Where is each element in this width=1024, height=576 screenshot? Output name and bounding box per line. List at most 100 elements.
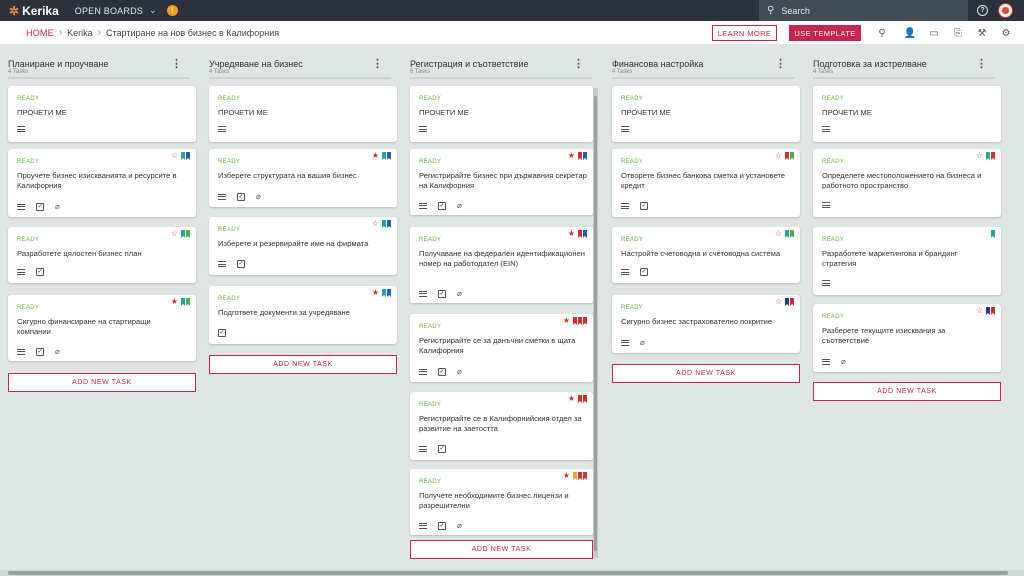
task-title: Настройте счетоводна и счетоводна систем… [621,249,781,258]
task-title: Разработете маркетингова и брандинг стра… [822,249,958,268]
card-flags: ★ [171,298,190,306]
avatar[interactable] [998,3,1013,18]
task-card[interactable]: ★ READY Сигурно финансиране на стартиращ… [8,295,196,361]
column-scrollbar-thumb[interactable] [594,96,597,551]
column-registration: Регистрация и съответствие 6 Tasks ⋮ REA… [402,46,593,566]
star-outline-icon[interactable]: ☆ [171,230,178,238]
chevron-right-icon: › [97,27,102,38]
description-icon [822,358,830,365]
task-card[interactable]: ☆ READY Сигурно бизнес застрахователно п… [612,295,800,353]
flag-icon [785,152,789,160]
checklist-icon: ✓ [36,268,44,276]
task-card[interactable]: ☆ READY Изберете и резервирайте име на ф… [209,217,397,275]
task-title: ПРОЧЕТИ МЕ [621,108,671,117]
card-icons [218,126,237,132]
star-filled-icon[interactable]: ★ [563,472,570,480]
task-card[interactable]: READY ПРОЧЕТИ МЕ [612,86,800,142]
task-card[interactable]: ★ READY Регистрирайте се в Калифорнийски… [410,392,593,460]
star-filled-icon[interactable]: ★ [568,395,575,403]
column-menu-icon[interactable]: ⋮ [372,57,383,70]
star-filled-icon[interactable]: ★ [171,298,178,306]
card-icons [822,280,841,286]
notification-badge[interactable]: ! [166,5,178,16]
star-filled-icon[interactable]: ★ [568,152,575,160]
column-menu-icon[interactable]: ⋮ [976,57,987,70]
star-outline-icon[interactable]: ☆ [775,298,782,306]
task-card[interactable]: READY ПРОЧЕТИ МЕ [813,86,1001,142]
task-card[interactable]: ★ READY Регистрирайте бизнес при държавн… [410,149,593,215]
star-filled-icon[interactable]: ★ [568,230,575,238]
add-person-icon[interactable]: 👤 [904,27,916,39]
global-search[interactable]: ⚲ [759,0,968,21]
task-card[interactable]: ★ READY Регистрирайте се за данъчни смет… [410,314,593,382]
task-card[interactable]: READY Разработете маркетингова и брандин… [813,227,1001,295]
open-boards-menu[interactable]: OPEN BOARDS ⌄ [75,5,157,16]
column-menu-icon[interactable]: ⋮ [775,57,786,70]
flag-icon [387,152,391,160]
task-card[interactable]: ☆ READY Настройте счетоводна и счетоводн… [612,227,800,283]
add-new-task-button[interactable]: ADD NEW TASK [8,373,196,392]
use-template-button[interactable]: USE TEMPLATE [789,25,861,41]
search-input[interactable] [781,5,952,16]
breadcrumb-home[interactable]: HOME [26,28,54,38]
checklist-icon: ✓ [438,445,446,453]
column-task-count: 6 Tasks [410,69,431,75]
task-title: Разберете текущите изисквания за съответ… [822,326,946,345]
breadcrumb-account[interactable]: Kerika [67,28,93,38]
status-label: READY [822,237,845,243]
task-card[interactable]: ☆ READY Проучете бизнес изискванията и р… [8,149,196,217]
task-card[interactable]: ★ READY Подгответе документи за учредява… [209,286,397,344]
flag-icon [382,289,386,297]
flag-icon [382,220,386,228]
add-new-task-button[interactable]: ADD NEW TASK [410,540,593,559]
flag-icon [986,307,990,315]
chat-icon[interactable]: ▭ [928,27,940,39]
star-outline-icon[interactable]: ☆ [976,152,983,160]
card-flags: ★ [568,152,587,160]
column-menu-icon[interactable]: ⋮ [573,57,584,70]
add-new-task-button[interactable]: ADD NEW TASK [612,364,800,383]
flag-icon [790,230,794,238]
learn-more-button[interactable]: LEARN MORE [712,25,777,41]
task-card[interactable]: READY ПРОЧЕТИ МЕ [8,86,196,142]
task-card[interactable]: ☆ READY Отворете бизнес банкова сметка и… [612,149,800,217]
board-horizontal-scrollbar-thumb[interactable] [8,571,1008,575]
flag-icon [186,298,190,306]
task-card[interactable]: ★ READY Получете необходимите бизнес лиц… [410,469,593,535]
star-outline-icon[interactable]: ☆ [775,152,782,160]
task-card[interactable]: READY ПРОЧЕТИ МЕ [209,86,397,142]
logo-mark-icon: ✲ [9,3,20,18]
kerika-logo[interactable]: ✲ Kerika [9,4,59,18]
star-filled-icon[interactable]: ★ [372,289,379,297]
star-outline-icon[interactable]: ☆ [171,152,178,160]
tools-icon[interactable]: ⚒ [976,27,988,39]
add-new-task-button[interactable]: ADD NEW TASK [209,355,397,374]
add-new-task-button[interactable]: ADD NEW TASK [813,382,1001,401]
task-card[interactable]: ☆ READY Определете местоположението на б… [813,149,1001,217]
column-launch-prep: Подготовка за изстрелване 4 Tasks ⋮ READ… [805,46,1001,566]
flag-icon [573,472,577,480]
task-card[interactable]: ☆ READY Разработете цялостен бизнес план… [8,227,196,283]
task-title: Отворете бизнес банкова сметка и установ… [621,171,786,190]
task-card[interactable]: ★ READY Изберете структурата на вашия би… [209,149,397,207]
star-outline-icon[interactable]: ☆ [372,220,379,228]
column-task-count: 4 Tasks [8,69,29,75]
star-outline-icon[interactable]: ☆ [976,307,983,315]
gear-icon[interactable]: ⚙ [1000,27,1012,39]
star-filled-icon[interactable]: ★ [563,317,570,325]
task-card[interactable]: ★ READY Получаване на федерален идентифи… [410,227,593,303]
attachment-icon: ⌀ [841,357,846,366]
card-icons: ✓ ⌀ [419,201,462,210]
status-label: READY [822,314,845,320]
help-icon[interactable]: ? [977,5,988,16]
star-outline-icon[interactable]: ☆ [775,230,782,238]
search-icon[interactable]: ⚲ [876,27,888,39]
star-filled-icon[interactable]: ★ [372,152,379,160]
attachment-icon: ⌀ [457,201,462,210]
attachment-icon[interactable]: ⎘ [952,27,964,39]
column-menu-icon[interactable]: ⋮ [171,57,182,70]
task-card[interactable]: ☆ READY Разберете текущите изисквания за… [813,304,1001,372]
task-title: ПРОЧЕТИ МЕ [419,108,469,117]
task-card[interactable]: READY ПРОЧЕТИ МЕ [410,86,593,142]
card-icons: ✓ ⌀ [17,202,60,211]
